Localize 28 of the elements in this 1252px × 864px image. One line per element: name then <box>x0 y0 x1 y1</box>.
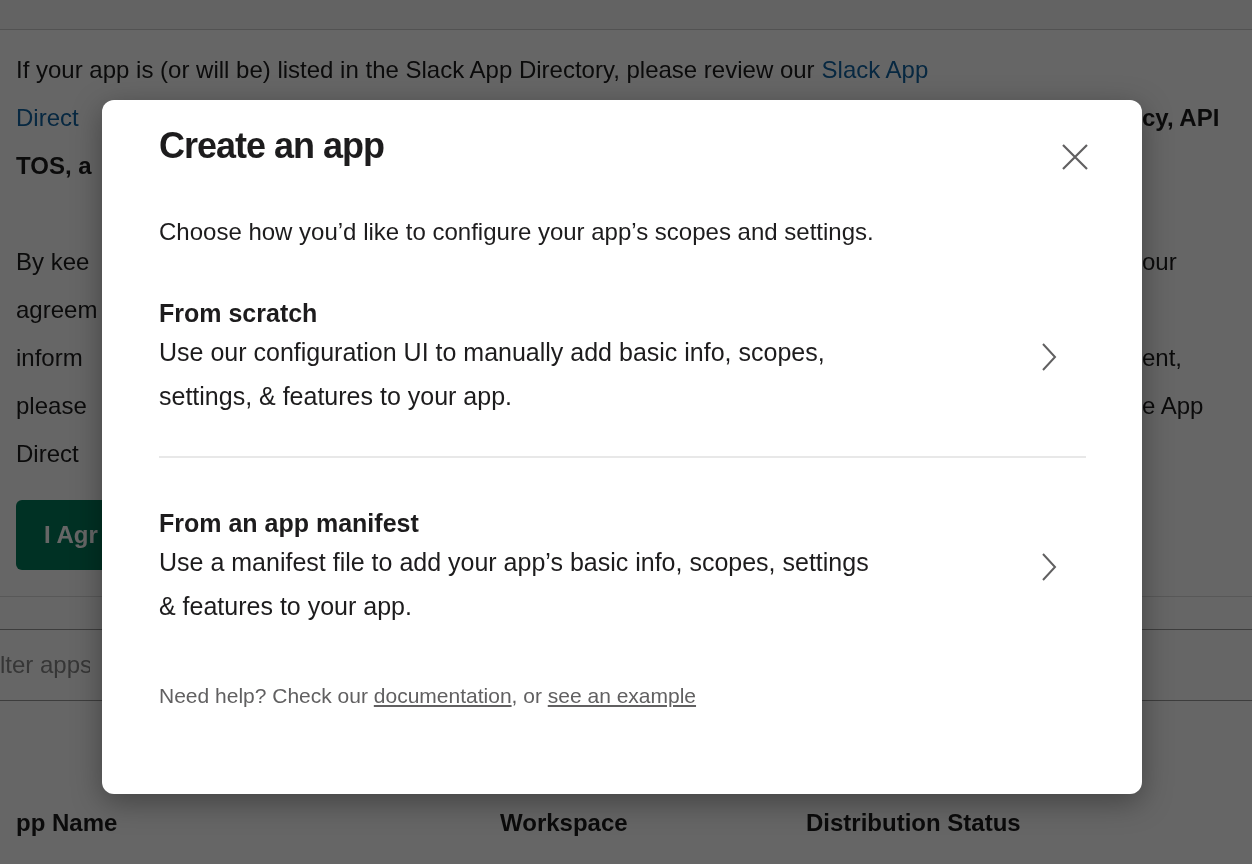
column-header: Distribution Status <box>806 809 1022 837</box>
paragraph-text: our <box>1142 248 1177 275</box>
link[interactable]: documentation <box>373 684 512 707</box>
paragraph-text: TOS, a <box>16 152 92 180</box>
paragraph-text: inform <box>16 344 83 372</box>
close-icon <box>1062 144 1088 170</box>
paragraph-text: agreem <box>16 296 98 324</box>
chevron-right-icon[interactable] <box>1040 552 1058 582</box>
paragraph-text: ent, <box>1142 344 1183 371</box>
paragraph-text: By kee <box>16 248 90 276</box>
link[interactable]: see an example <box>547 684 697 707</box>
option-title: From an app manifest <box>159 508 420 539</box>
paragraph-text: If your app is (or will be) listed in the Slack App Directory, please review our <box>16 56 815 84</box>
option-description: Use our configuration UI to manually add basic info, scopes, settings, & features to your app. <box>159 337 826 412</box>
chevron-right-icon[interactable] <box>1040 342 1058 372</box>
paragraph-text: Direct <box>16 440 79 468</box>
option-title: From scratch <box>159 298 319 329</box>
column-header: pp Name <box>16 809 119 837</box>
modal-description: Choose how you’d like to configure your app’s scopes and settings. <box>159 217 875 247</box>
help-text: Need help? Check our documentation, or see an example <box>159 684 698 708</box>
option-description: Use a manifest file to add your app’s basic info, scopes, settings & features to your app. <box>159 547 870 622</box>
paragraph-text: cy, API <box>1142 104 1220 131</box>
modal-title: Create an app <box>159 125 385 167</box>
option-row[interactable]: From an app manifest Use a manifest file to add your app’s basic info, scopes, settings & features to your app. <box>159 506 1086 628</box>
option-row[interactable]: From scratch Use our configuration UI to manually add basic info, scopes, settings, & features to your app. <box>159 296 1086 418</box>
column-header: Workspace <box>500 809 629 837</box>
paragraph-text: e App <box>1142 392 1204 419</box>
paragraph-text: please <box>16 392 87 420</box>
